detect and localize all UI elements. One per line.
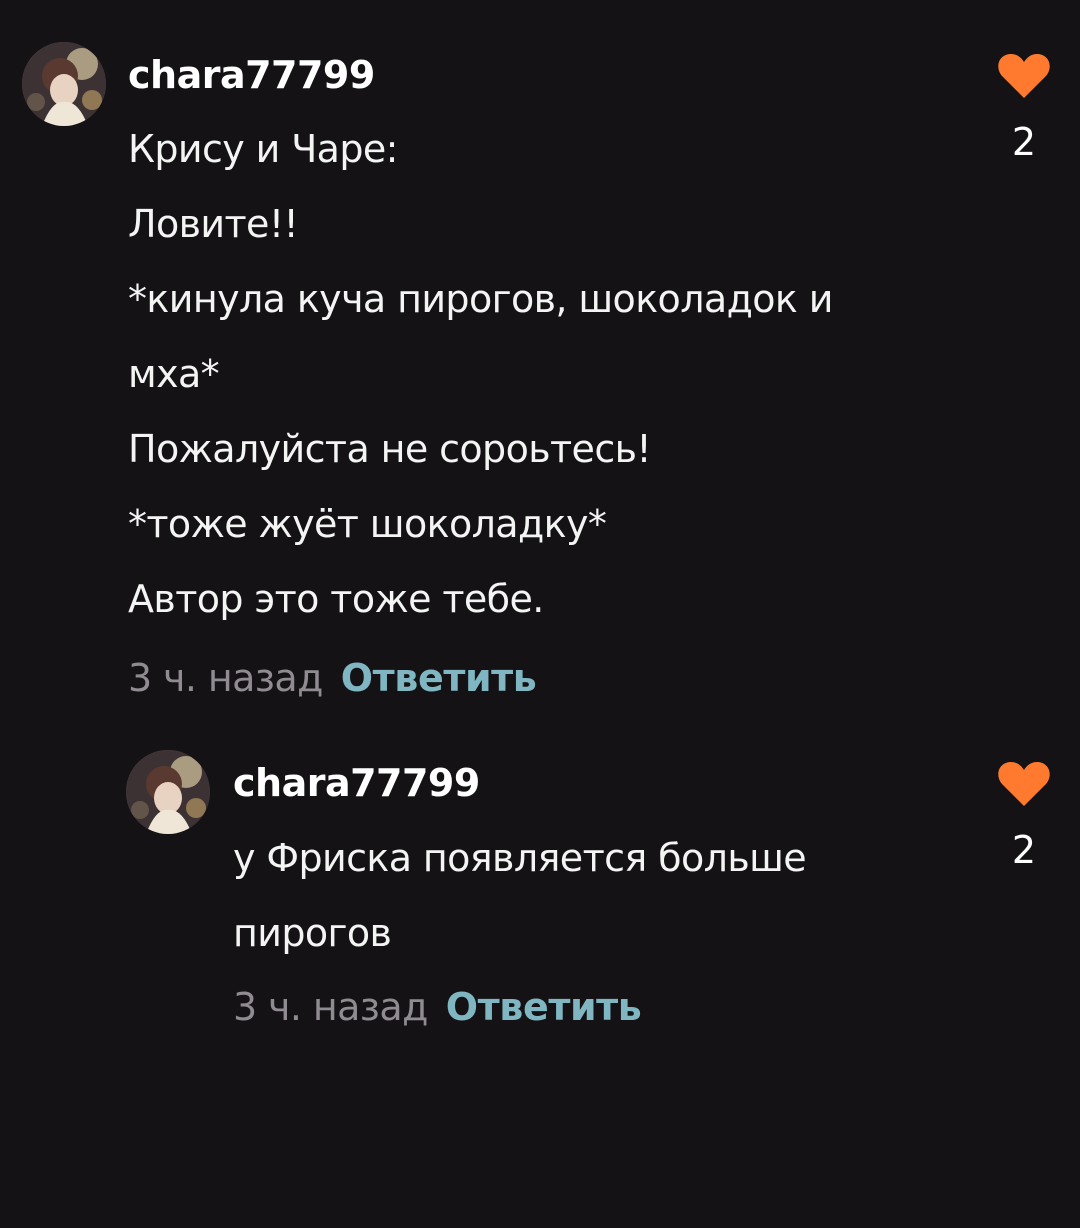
comment-line: *кинула куча пирогов, шоколадок и — [128, 277, 833, 321]
like-count: 2 — [1011, 828, 1037, 872]
like-control: 2 — [994, 52, 1054, 164]
comment-line: Автор это тоже тебе. — [128, 577, 544, 621]
heart-icon[interactable] — [997, 52, 1051, 100]
username[interactable]: chara77799 — [233, 761, 480, 805]
reply-button[interactable]: Ответить — [341, 656, 537, 700]
like-count: 2 — [1011, 120, 1037, 164]
reply-button[interactable]: Ответить — [446, 985, 642, 1029]
comment-line: Пожалуйста не сороьтесь! — [128, 427, 652, 471]
avatar[interactable] — [22, 42, 106, 126]
timestamp: 3 ч. назад — [233, 985, 428, 1029]
heart-icon[interactable] — [997, 760, 1051, 808]
comment-line: у Фриска появляется больше — [233, 836, 807, 880]
comment-line: *тоже жуёт шоколадку* — [128, 502, 607, 546]
username[interactable]: chara77799 — [128, 53, 375, 97]
comment-meta: 3 ч. назад Ответить — [128, 656, 537, 700]
comment-line: пирогов — [233, 911, 392, 955]
comment-line: Ловите!! — [128, 202, 299, 246]
comment-line: Крису и Чаре: — [128, 127, 398, 171]
comment-line: мха* — [128, 352, 220, 396]
timestamp: 3 ч. назад — [128, 656, 323, 700]
avatar[interactable] — [126, 750, 210, 834]
comment-text: у Фриска появляется больше пирогов — [233, 833, 807, 983]
like-control: 2 — [994, 760, 1054, 872]
comment-text: Крису и Чаре: Ловите!! *кинула куча пиро… — [128, 124, 833, 649]
comment-meta: 3 ч. назад Ответить — [233, 985, 642, 1029]
avatar-image — [22, 42, 106, 126]
avatar-image — [126, 750, 210, 834]
